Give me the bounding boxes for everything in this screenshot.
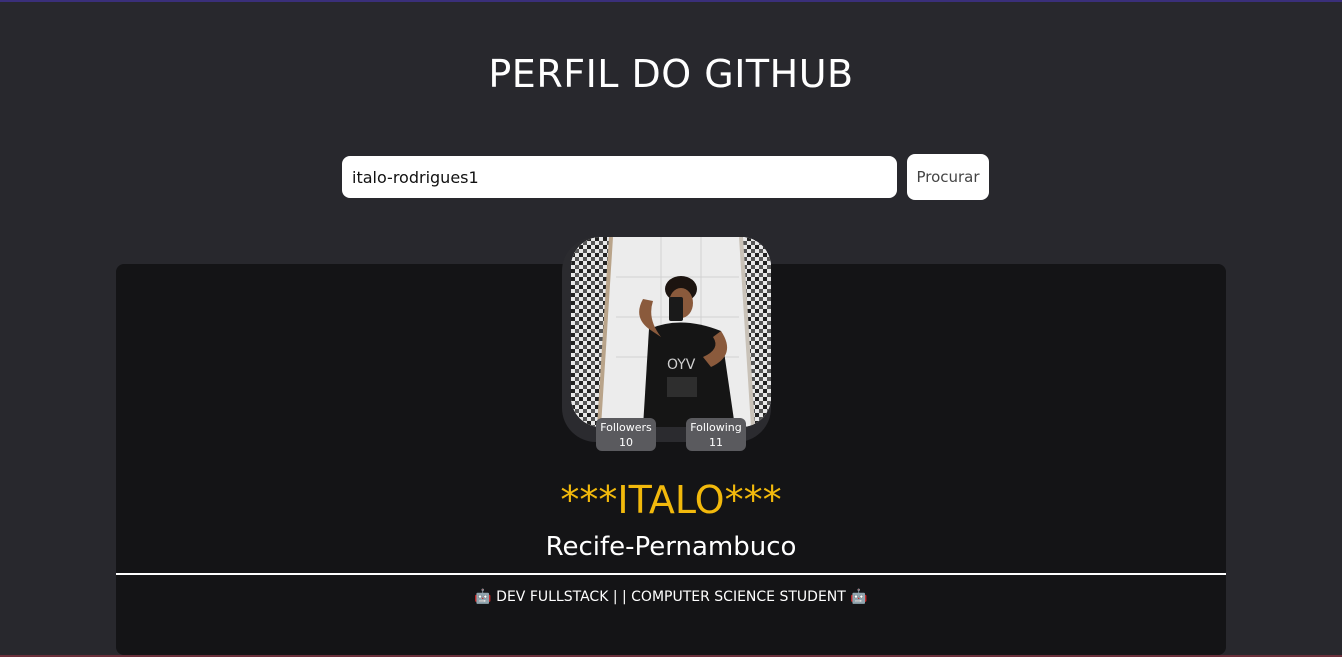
- search-input[interactable]: [342, 156, 897, 198]
- avatar-photo-icon: OYV: [571, 237, 771, 427]
- avatar: OYV: [571, 237, 771, 427]
- top-accent-line: [0, 0, 1342, 2]
- following-badge: Following 11: [686, 418, 746, 451]
- profile-location: Recife-Pernambuco: [545, 532, 797, 562]
- search-button[interactable]: Procurar: [907, 154, 989, 200]
- followers-count: 10: [619, 436, 633, 449]
- profile-bio: 🤖 DEV FULLSTACK | | COMPUTER SCIENCE STU…: [474, 589, 868, 605]
- followers-badge: Followers 10: [596, 418, 656, 451]
- following-count: 11: [709, 436, 723, 449]
- page-title: PERFIL DO GITHUB: [488, 52, 854, 96]
- profile-name: ***ITALO***: [560, 478, 782, 522]
- following-label: Following: [690, 421, 742, 434]
- svg-text:OYV: OYV: [667, 357, 696, 373]
- divider: [116, 573, 1226, 575]
- followers-label: Followers: [600, 421, 652, 434]
